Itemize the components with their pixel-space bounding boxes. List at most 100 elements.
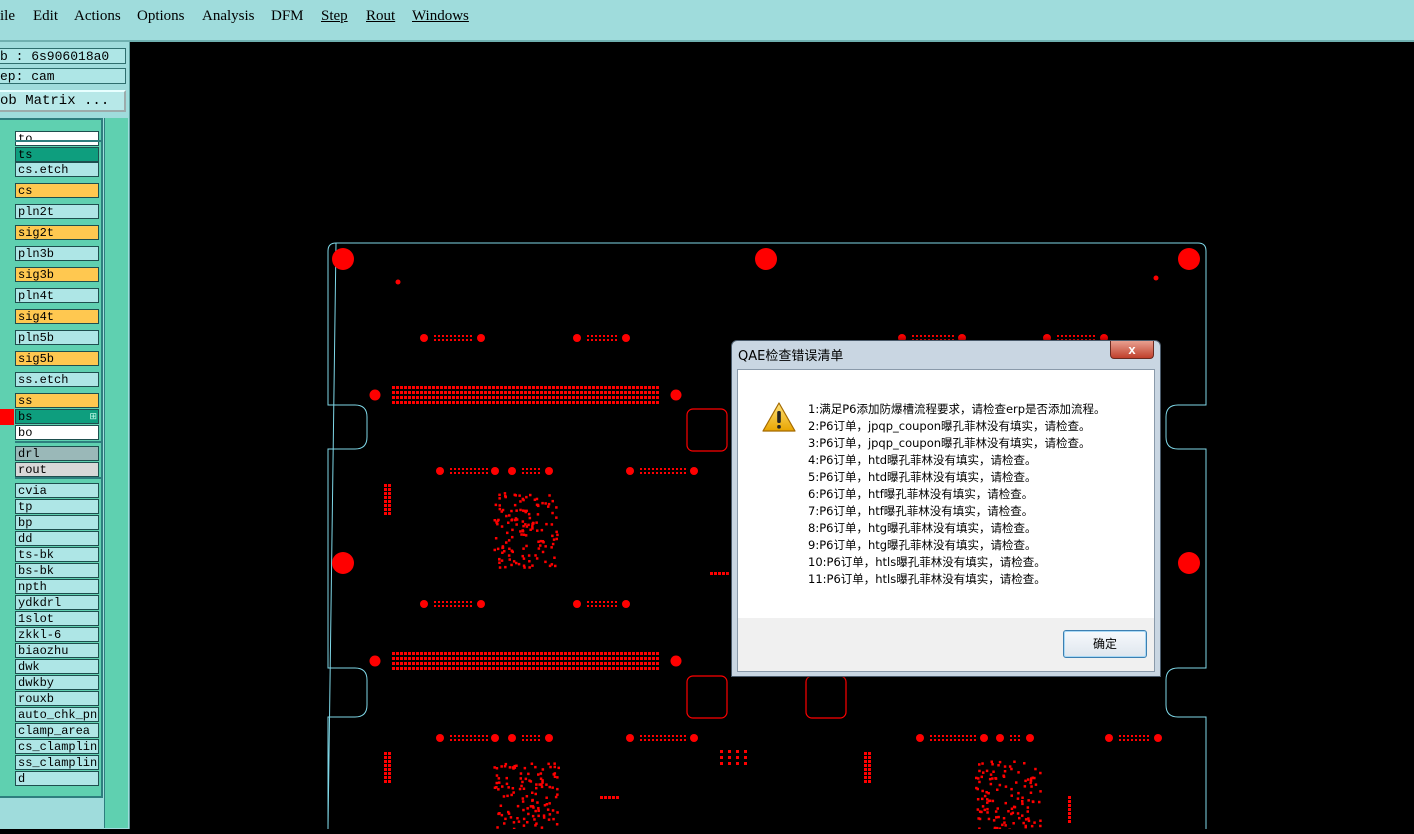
layer-row-bo[interactable]: bo [0, 425, 101, 441]
layer-affected-indicator[interactable] [0, 409, 14, 425]
connector-pin [436, 391, 439, 394]
layer-affected-indicator[interactable] [0, 547, 14, 563]
layer-row-npth[interactable]: npth [0, 579, 101, 595]
layer-row-ss[interactable]: ss [0, 393, 101, 409]
connector-pin [552, 386, 555, 389]
connector-pin [464, 391, 467, 394]
menu-actions[interactable]: Actions [74, 8, 121, 25]
layer-row-ts-bk[interactable]: ts-bk [0, 547, 101, 563]
layer-row-clamp_area[interactable]: clamp_area [0, 723, 101, 739]
layer-affected-indicator[interactable] [0, 739, 14, 755]
layer-row-auto_chk_pnl[interactable]: auto_chk_pnl [0, 707, 101, 723]
layer-row-ss_clampline[interactable]: ss_clampline [0, 755, 101, 771]
layer-affected-indicator[interactable] [0, 675, 14, 691]
layer-affected-indicator[interactable] [0, 659, 14, 675]
layer-row-cs.etch[interactable]: cs.etch [0, 162, 101, 178]
layer-row-d[interactable]: d [0, 771, 101, 787]
layer-affected-indicator[interactable] [0, 246, 14, 262]
via-pad [523, 818, 526, 821]
layer-affected-indicator[interactable] [0, 771, 14, 787]
layer-row-rouxb[interactable]: rouxb [0, 691, 101, 707]
layer-affected-indicator[interactable] [0, 723, 14, 739]
layer-affected-indicator[interactable] [0, 531, 14, 547]
layer-row-sig3b[interactable]: sig3b [0, 267, 101, 283]
layer-row-pln3b[interactable]: pln3b [0, 246, 101, 262]
layer-row-bp[interactable]: bp [0, 515, 101, 531]
layer-affected-indicator[interactable] [0, 351, 14, 367]
layer-affected-indicator[interactable] [0, 627, 14, 643]
layer-row-ts[interactable]: ts [0, 147, 101, 163]
layer-affected-indicator[interactable] [0, 499, 14, 515]
layer-affected-indicator[interactable] [0, 309, 14, 325]
layer-affected-indicator[interactable] [0, 267, 14, 283]
layer-row-tp[interactable]: tp [0, 499, 101, 515]
layer-row-pln5b[interactable]: pln5b [0, 330, 101, 346]
layer-affected-indicator[interactable] [0, 691, 14, 707]
layer-row-bs[interactable]: bs⊞ [0, 409, 101, 425]
layer-affected-indicator[interactable] [0, 183, 14, 199]
layer-row-pln4t[interactable]: pln4t [0, 288, 101, 304]
layer-row-dwkby[interactable]: dwkby [0, 675, 101, 691]
layer-row-pln2t[interactable]: pln2t [0, 204, 101, 220]
layer-row-cs[interactable]: cs [0, 183, 101, 199]
layer-affected-indicator[interactable] [0, 643, 14, 659]
connector-pin [388, 512, 391, 515]
connector-pin [384, 512, 387, 515]
layer-affected-indicator[interactable] [0, 462, 14, 478]
layer-affected-indicator[interactable] [0, 204, 14, 220]
layer-affected-indicator[interactable] [0, 393, 14, 409]
layer-row-sig2t[interactable]: sig2t [0, 225, 101, 241]
layer-row-drl[interactable]: drl [0, 446, 101, 462]
layer-row-biaozhu[interactable]: biaozhu [0, 643, 101, 659]
layer-affected-indicator[interactable] [0, 288, 14, 304]
layer-row-dd[interactable]: dd [0, 531, 101, 547]
layer-row-dwk[interactable]: dwk [0, 659, 101, 675]
menu-file[interactable]: ile [0, 8, 15, 25]
connector-pin [488, 401, 491, 404]
layer-row-rout[interactable]: rout [0, 462, 101, 478]
layer-affected-indicator[interactable] [0, 425, 14, 441]
layer-affected-indicator[interactable] [0, 515, 14, 531]
menu-options[interactable]: Options [137, 8, 185, 25]
menu-step[interactable]: Step [321, 8, 348, 25]
connector-pin [624, 667, 627, 670]
layer-affected-indicator[interactable] [0, 330, 14, 346]
connector-pin [424, 662, 427, 665]
layer-row-1slot[interactable]: 1slot [0, 611, 101, 627]
connector-pin [584, 657, 587, 660]
layer-affected-indicator[interactable] [0, 707, 14, 723]
layer-affected-indicator[interactable] [0, 446, 14, 462]
layer-row-ss.etch[interactable]: ss.etch [0, 372, 101, 388]
small-pad [462, 335, 464, 337]
small-pad [652, 739, 654, 741]
layer-row-sig5b[interactable]: sig5b [0, 351, 101, 367]
layer-affected-indicator[interactable] [0, 162, 14, 178]
layer-row-to[interactable]: to [0, 131, 101, 147]
layer-row-sig4t[interactable]: sig4t [0, 309, 101, 325]
ok-button[interactable]: 确定 [1063, 630, 1147, 658]
layer-row-zkkl-6[interactable]: zkkl-6 [0, 627, 101, 643]
layer-row-cvia[interactable]: cvia [0, 483, 101, 499]
layer-list-scrollbar[interactable] [104, 118, 128, 828]
menu-windows[interactable]: Windows [412, 8, 469, 25]
layer-affected-indicator[interactable] [0, 372, 14, 388]
dialog-close-button[interactable]: x [1110, 341, 1154, 359]
layer-affected-indicator[interactable] [0, 483, 14, 499]
connector-pin [736, 762, 739, 765]
menu-edit[interactable]: Edit [33, 8, 58, 25]
layer-affected-indicator[interactable] [0, 131, 14, 147]
layer-affected-indicator[interactable] [0, 147, 14, 163]
layer-affected-indicator[interactable] [0, 579, 14, 595]
job-matrix-button[interactable]: ob Matrix ... [0, 90, 126, 112]
menu-rout[interactable]: Rout [366, 8, 395, 25]
layer-affected-indicator[interactable] [0, 611, 14, 627]
layer-row-bs-bk[interactable]: bs-bk [0, 563, 101, 579]
layer-affected-indicator[interactable] [0, 595, 14, 611]
layer-row-cs_clampline[interactable]: cs_clampline [0, 739, 101, 755]
layer-affected-indicator[interactable] [0, 225, 14, 241]
layer-affected-indicator[interactable] [0, 755, 14, 771]
menu-dfm[interactable]: DFM [271, 8, 304, 25]
menu-analysis[interactable]: Analysis [202, 8, 255, 25]
layer-row-ydkdrl[interactable]: ydkdrl [0, 595, 101, 611]
layer-affected-indicator[interactable] [0, 563, 14, 579]
